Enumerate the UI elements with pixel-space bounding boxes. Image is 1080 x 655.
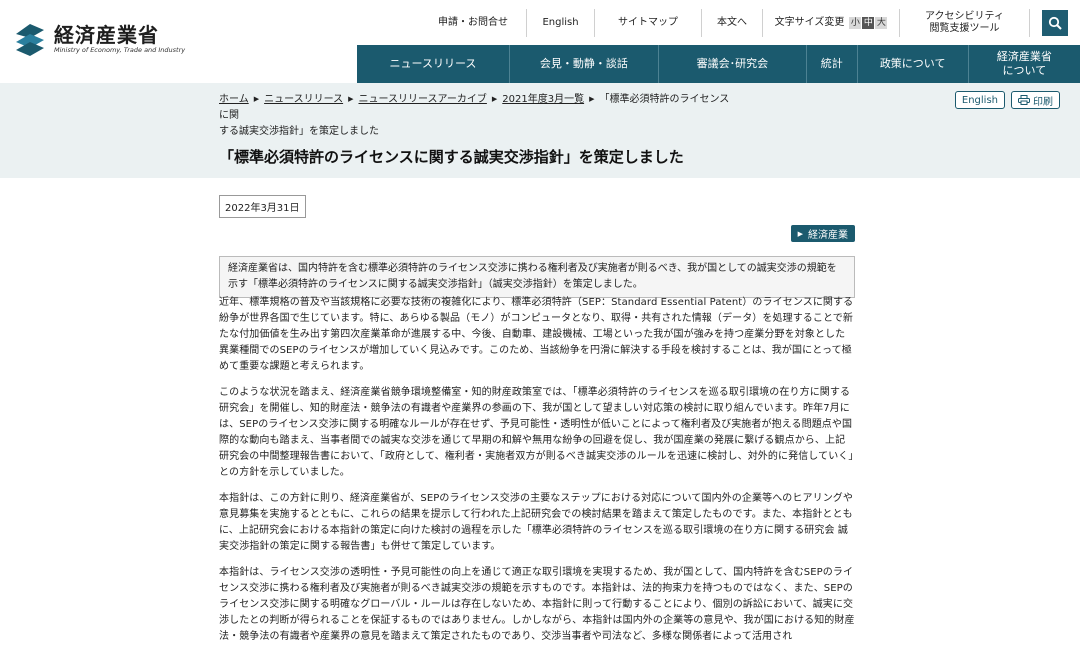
breadcrumb-archive[interactable]: ニュースリリースアーカイブ [358, 94, 486, 105]
nav-news-release[interactable]: ニュースリリース [357, 45, 509, 83]
meti-logo-icon [16, 24, 44, 56]
site-header: 経済産業省 Ministry of Economy, Trade and Ind… [0, 0, 1080, 83]
publish-date: 2022年3月31日 [219, 195, 306, 218]
contact-link[interactable]: 申請・お問合せ [420, 9, 526, 37]
font-size-medium-button[interactable]: 中 [862, 17, 875, 29]
accessibility-tool-link[interactable]: アクセシビリティ 閲覧支援ツール [899, 9, 1029, 37]
font-size-small-button[interactable]: 小 [849, 17, 862, 29]
body-paragraph: 本指針は、この方針に則り、経済産業省が、SEPのライセンス交渉の主要なステップに… [219, 493, 853, 552]
breadcrumb: ホーム ▶ ニュースリリース ▶ ニュースリリースアーカイブ ▶ 2021年度3月一覧 ▶ 「標… [219, 91, 739, 140]
font-size-control: 文字サイズ変更 小 中 大 [762, 9, 899, 37]
body-paragraph: 本指針は、ライセンス交渉の透明性・予見可能性の向上を通じて適正な取引環境を実現す… [219, 567, 855, 642]
body-paragraph: 近年、標準規格の普及や当該規格に必要な技術の複雑化により、標準必須特許（SEP：… [219, 297, 854, 372]
title-area: ホーム ▶ ニュースリリース ▶ ニュースリリースアーカイブ ▶ 2021年度3月一覧 ▶ 「標… [0, 83, 1080, 178]
meti-logo[interactable]: 経済産業省 Ministry of Economy, Trade and Ind… [12, 20, 185, 58]
page-title: 「標準必須特許のライセンスに関する誠実交渉指針」を策定しました [219, 148, 684, 167]
breadcrumb-arrow-icon: ▶ [253, 95, 260, 103]
nav-about-line1: 経済産業省 [996, 50, 1052, 63]
font-size-large-button[interactable]: 大 [875, 17, 888, 29]
font-size-label: 文字サイズ変更 [774, 17, 845, 28]
print-label: 印刷 [1033, 96, 1053, 108]
nav-about-line2: について [1002, 64, 1047, 77]
english-link[interactable]: English [526, 9, 594, 37]
category-label: 経済産業 [808, 230, 848, 241]
article-body: 近年、標準規格の普及や当該規格に必要な技術の複雑化により、標準必須特許（SEP：… [219, 295, 855, 655]
nav-policy[interactable]: 政策について [856, 45, 968, 83]
body-paragraph: このような状況を踏まえ、経済産業省競争環境整備室・知的財産政策室では、「標準必須… [219, 387, 854, 478]
breadcrumb-current-line2: する誠実交渉指針」を策定しました [219, 126, 379, 137]
breadcrumb-arrow-icon: ▶ [491, 95, 498, 103]
logo-jp-text: 経済産業省 [54, 22, 159, 47]
printer-icon [1018, 95, 1030, 105]
utility-nav: 申請・お問合せ English サイトマップ 本文へ 文字サイズ変更 小 中 大… [420, 9, 1080, 37]
print-button[interactable]: 印刷 [1011, 91, 1060, 109]
category-badge[interactable]: ▶ 経済産業 [790, 225, 855, 242]
logo-en-text: Ministry of Economy, Trade and Industry [54, 45, 186, 54]
breadcrumb-news[interactable]: ニュースリリース [264, 94, 343, 105]
nav-press[interactable]: 会見・動静・談話 [508, 45, 658, 83]
play-arrow-icon: ▶ [797, 229, 803, 238]
summary-box: 経済産業省は、国内特許を含む標準必須特許のライセンス交渉に携わる権利者及び実施者… [219, 256, 855, 298]
search-icon [1048, 16, 1062, 30]
nav-about[interactable]: 経済産業省 について [967, 45, 1080, 83]
sitemap-link[interactable]: サイトマップ [594, 9, 701, 37]
breadcrumb-month[interactable]: 2021年度3月一覧 [502, 94, 584, 105]
accessibility-line2: 閲覧支援ツール [929, 23, 1000, 34]
english-page-button[interactable]: English [954, 91, 1005, 109]
global-nav: ニュースリリース 会見・動静・談話 審議会･研究会 統計 政策について 経済産業… [357, 45, 1080, 83]
nav-statistics[interactable]: 統計 [805, 45, 857, 83]
page-tools: English 印刷 [949, 91, 1060, 109]
breadcrumb-arrow-icon: ▶ [348, 95, 354, 103]
accessibility-line1: アクセシビリティ [925, 11, 1004, 22]
nav-councils[interactable]: 審議会･研究会 [657, 45, 806, 83]
breadcrumb-arrow-icon: ▶ [589, 95, 595, 103]
skip-to-content-link[interactable]: 本文へ [701, 9, 762, 37]
search-button[interactable] [1042, 10, 1068, 36]
breadcrumb-home[interactable]: ホーム [219, 94, 249, 105]
